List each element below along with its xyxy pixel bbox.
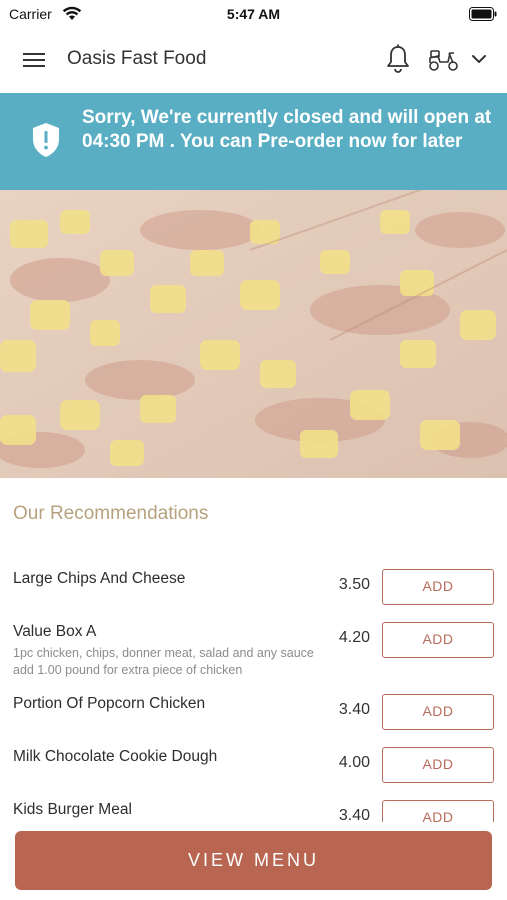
hero-food-image <box>0 190 507 478</box>
item-name: Large Chips And Cheese <box>13 570 186 587</box>
scooter-icon[interactable] <box>426 45 460 73</box>
item-description: 1pc chicken, chips, donner meat, salad a… <box>13 646 314 677</box>
bell-icon[interactable] <box>384 43 412 75</box>
item-price: 3.40 <box>338 807 370 822</box>
add-button[interactable]: ADD <box>382 747 494 783</box>
item-name: Portion Of Popcorn Chicken <box>13 695 206 712</box>
add-button[interactable]: ADD <box>382 694 494 730</box>
hamburger-menu-icon[interactable] <box>18 46 50 74</box>
chevron-down-icon[interactable] <box>468 49 490 69</box>
list-item: Large Chips And Cheese 3.50 ADD <box>0 560 507 612</box>
item-price: 4.00 <box>338 754 370 771</box>
list-item: Portion Of Popcorn Chicken 3.40 ADD <box>0 685 507 737</box>
shield-alert-icon <box>30 121 62 159</box>
clock-time: 5:47 AM <box>226 6 281 22</box>
item-price: 4.20 <box>338 629 370 646</box>
app-header: Oasis Fast Food <box>0 28 507 92</box>
item-price: 3.40 <box>338 701 370 718</box>
add-button[interactable]: ADD <box>382 569 494 605</box>
status-bar: Carrier 5:47 AM <box>0 0 507 28</box>
closed-message: Sorry, We're currently closed and will o… <box>82 107 492 152</box>
add-button[interactable]: ADD <box>382 800 494 822</box>
list-item: Kids Burger Meal 3.40 ADD <box>0 791 507 822</box>
add-button[interactable]: ADD <box>382 622 494 658</box>
closed-notice-banner: Sorry, We're currently closed and will o… <box>0 93 507 190</box>
view-menu-button[interactable]: VIEW MENU <box>15 831 492 890</box>
recommendations-list: Large Chips And Cheese 3.50 ADD Value Bo… <box>0 560 507 822</box>
list-item: Milk Chocolate Cookie Dough 4.00 ADD <box>0 738 507 790</box>
item-price: 3.50 <box>338 576 370 593</box>
restaurant-title: Oasis Fast Food <box>67 48 207 69</box>
item-name: Value Box A <box>13 623 97 640</box>
item-name: Milk Chocolate Cookie Dough <box>13 748 218 765</box>
battery-icon <box>469 7 497 26</box>
list-item: Value Box A 1pc chicken, chips, donner m… <box>0 613 507 685</box>
recommendations-heading: Our Recommendations <box>13 503 209 524</box>
item-name: Kids Burger Meal <box>13 801 132 818</box>
